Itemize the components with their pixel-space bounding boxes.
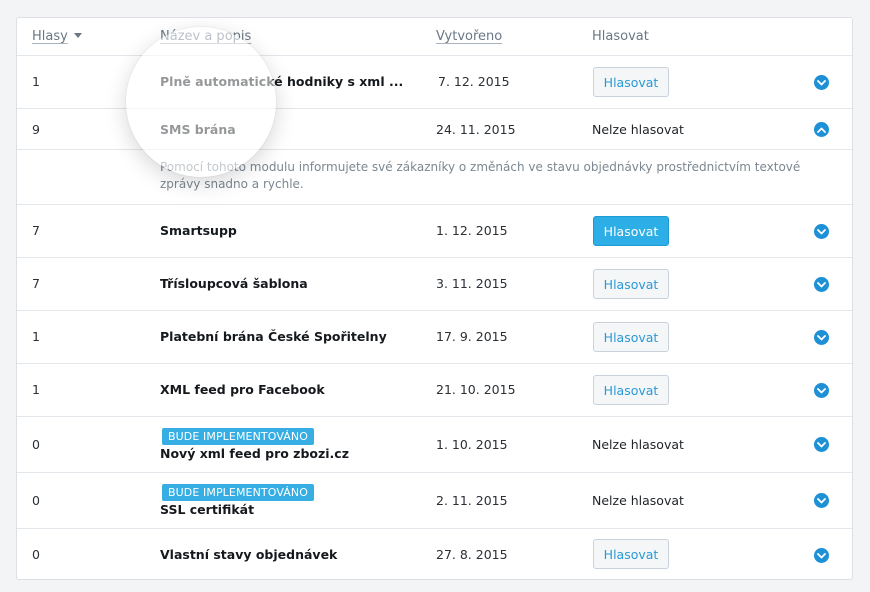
vote-button[interactable]: Hlasovat	[593, 539, 669, 569]
created-date: 7. 12. 2015	[438, 74, 510, 89]
table-row: 0 Vlastní stavy objednávek 27. 8. 2015 H…	[17, 529, 852, 579]
table-row: 7 Třísloupcová šablona 3. 11. 2015 Hlaso…	[17, 258, 852, 311]
vote-count: 1	[32, 382, 40, 397]
row-description: Pomocí tohoto modulu informujete své zák…	[17, 150, 852, 205]
column-header-name[interactable]: Název a popis	[160, 29, 251, 44]
feature-title[interactable]: XML feed pro Facebook	[160, 382, 325, 397]
vote-count: 0	[32, 547, 40, 562]
chevron-down-icon	[817, 497, 826, 503]
created-date: 1. 10. 2015	[436, 437, 508, 452]
feature-title[interactable]: Plně automatické hodniky s xml ...	[160, 74, 403, 89]
cannot-vote-text: Nelze hlasovat	[592, 122, 684, 137]
expand-toggle[interactable]	[814, 493, 829, 508]
vote-button[interactable]: Hlasovat	[593, 322, 669, 352]
feature-title[interactable]: Smartsupp	[160, 223, 237, 238]
expand-toggle[interactable]	[814, 277, 829, 292]
table-row: 1 Platební brána České Spořitelny 17. 9.…	[17, 311, 852, 364]
feature-title[interactable]: Třísloupcová šablona	[160, 276, 308, 291]
caret-down-icon	[73, 33, 82, 38]
table-row: 0 BUDE IMPLEMENTOVÁNO SSL certifikát 2. …	[17, 473, 852, 529]
created-date: 2. 11. 2015	[436, 493, 508, 508]
created-date: 21. 10. 2015	[436, 382, 516, 397]
vote-count: 7	[32, 223, 40, 238]
feature-title[interactable]: Nový xml feed pro zbozi.cz	[160, 446, 349, 461]
vote-count: 0	[32, 493, 40, 508]
expand-toggle[interactable]	[814, 437, 829, 452]
chevron-down-icon	[817, 228, 826, 234]
column-header-created[interactable]: Vytvořeno	[436, 29, 502, 44]
vote-count: 1	[32, 74, 40, 89]
column-header-vote: Hlasovat	[592, 29, 649, 44]
feature-description: Pomocí tohoto modulu informujete své zák…	[160, 160, 801, 191]
cannot-vote-text: Nelze hlasovat	[592, 493, 684, 508]
created-date: 27. 8. 2015	[436, 547, 508, 562]
table-header: Hlasy Název a popis Vytvořeno Hlasovat	[17, 18, 852, 56]
chevron-down-icon	[817, 441, 826, 447]
vote-count: 0	[32, 437, 40, 452]
expand-toggle[interactable]	[814, 548, 829, 563]
table-row: 1 Plně automatické hodniky s xml ... 7. …	[17, 56, 852, 109]
collapse-toggle[interactable]	[814, 122, 829, 137]
vote-count: 9	[32, 122, 40, 137]
table-row: 0 BUDE IMPLEMENTOVÁNO Nový xml feed pro …	[17, 417, 852, 473]
cannot-vote-text: Nelze hlasovat	[592, 437, 684, 452]
created-date: 1. 12. 2015	[436, 223, 508, 238]
created-date: 17. 9. 2015	[436, 329, 508, 344]
feature-title[interactable]: SMS brána	[160, 122, 236, 137]
expand-toggle[interactable]	[814, 330, 829, 345]
status-badge: BUDE IMPLEMENTOVÁNO	[162, 428, 314, 445]
table-row: 7 Smartsupp 1. 12. 2015 Hlasovat	[17, 205, 852, 258]
vote-button[interactable]: Hlasovat	[593, 216, 669, 246]
feature-requests-table: Hlasy Název a popis Vytvořeno Hlasovat 1…	[16, 17, 853, 580]
created-date: 3. 11. 2015	[436, 276, 508, 291]
chevron-down-icon	[817, 552, 826, 558]
vote-button[interactable]: Hlasovat	[593, 375, 669, 405]
vote-count: 7	[32, 276, 40, 291]
expand-toggle[interactable]	[814, 224, 829, 239]
column-header-votes[interactable]: Hlasy	[32, 29, 82, 44]
created-date: 24. 11. 2015	[436, 122, 516, 137]
chevron-down-icon	[817, 387, 826, 393]
chevron-up-icon	[817, 127, 826, 133]
feature-title[interactable]: Platební brána České Spořitelny	[160, 329, 387, 344]
vote-count: 1	[32, 329, 40, 344]
column-header-votes-label: Hlasy	[32, 29, 68, 44]
chevron-down-icon	[817, 281, 826, 287]
table-row: 9 SMS brána 24. 11. 2015 Nelze hlasovat	[17, 109, 852, 150]
feature-title[interactable]: Vlastní stavy objednávek	[160, 547, 337, 562]
vote-button[interactable]: Hlasovat	[593, 67, 669, 97]
table-row: 1 XML feed pro Facebook 21. 10. 2015 Hla…	[17, 364, 852, 417]
chevron-down-icon	[817, 79, 826, 85]
chevron-down-icon	[817, 334, 826, 340]
feature-title[interactable]: SSL certifikát	[160, 502, 254, 517]
vote-button[interactable]: Hlasovat	[593, 269, 669, 299]
status-badge: BUDE IMPLEMENTOVÁNO	[162, 484, 314, 501]
expand-toggle[interactable]	[814, 75, 829, 90]
expand-toggle[interactable]	[814, 383, 829, 398]
